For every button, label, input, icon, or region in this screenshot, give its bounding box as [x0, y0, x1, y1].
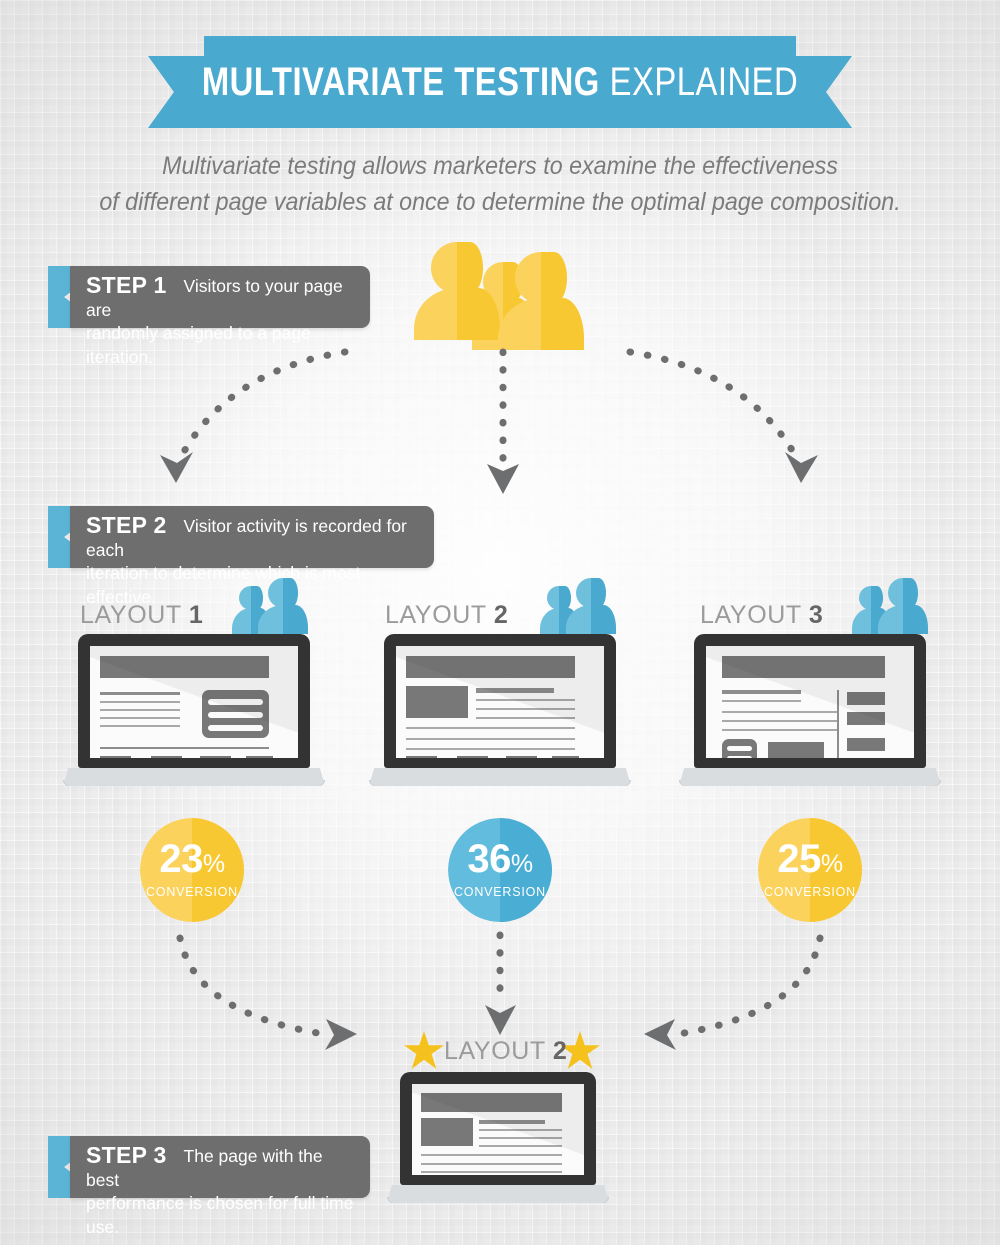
arrow-path-bottom-left [176, 934, 334, 1039]
step-3-text-line2: performance is chosen for full time use. [86, 1193, 354, 1237]
winner-caption-num: 2 [552, 1037, 568, 1065]
step-3-label: STEP 3 [86, 1142, 167, 1168]
winner-wireframe [412, 1084, 584, 1175]
arrow-head-bottom-center [485, 1005, 516, 1035]
arrow-head-bottom-left [325, 1019, 357, 1050]
arrow-head-bottom-right [644, 1019, 676, 1050]
laptop-base [387, 1185, 609, 1203]
arrow-path-bottom-right [668, 934, 824, 1039]
step-3-callout: STEP 3 The page with the best performanc… [48, 1136, 370, 1237]
winner-laptop [387, 1072, 609, 1203]
laptop-lid [400, 1072, 596, 1185]
winner-caption-word: LAYOUT [444, 1037, 546, 1065]
winner-caption: LAYOUT 2 [444, 1037, 567, 1066]
step-3-body: STEP 3 The page with the best performanc… [70, 1136, 370, 1237]
